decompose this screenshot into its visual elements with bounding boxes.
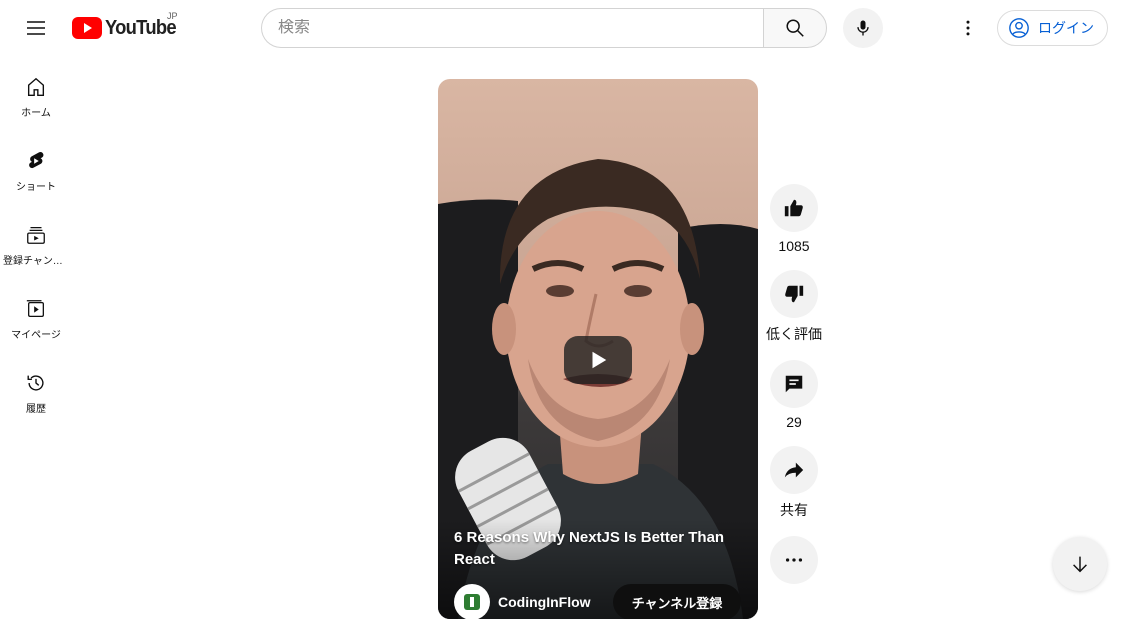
comments-count: 29: [786, 414, 802, 430]
like-count: 1085: [778, 238, 810, 254]
like-button[interactable]: [770, 184, 818, 232]
guide-item-label: マイページ: [11, 330, 61, 341]
share-icon: [784, 462, 804, 478]
youtube-logo[interactable]: YouTube: [72, 15, 182, 41]
comment-icon: [785, 375, 803, 393]
comments-button[interactable]: [770, 360, 818, 408]
channel-name[interactable]: CodingInFlow: [498, 594, 598, 610]
thumbs-down-icon: [785, 285, 804, 303]
dislike-label: 低く評価: [766, 326, 822, 342]
guide-item-label: ショート: [16, 182, 56, 193]
home-icon: [27, 77, 45, 96]
channel-info[interactable]: CodingInFlow: [454, 584, 598, 619]
dislike-action: 低く評価: [766, 270, 822, 344]
arrow-down-icon: [1073, 556, 1087, 573]
guide-item-subscriptions[interactable]: 登録チャンネル: [0, 204, 72, 278]
search-box: [261, 8, 764, 48]
channel-avatar[interactable]: [454, 584, 490, 619]
guide-item-you[interactable]: マイページ: [0, 278, 72, 352]
shorts-video-player[interactable]: 6 Reasons Why NextJS Is Better Than Reac…: [438, 79, 758, 619]
settings-menu-button[interactable]: [948, 8, 988, 48]
youtube-play-logo-icon: [72, 17, 102, 39]
dislike-button[interactable]: [770, 270, 818, 318]
search-icon: [786, 19, 804, 37]
play-icon: [592, 351, 607, 369]
guide-item-label: 登録チャンネル: [3, 256, 69, 267]
subscribe-button[interactable]: チャンネル登録: [613, 584, 741, 619]
subscriptions-icon: [27, 227, 45, 244]
more-vertical-icon: [966, 20, 970, 36]
region-code: JP: [167, 11, 178, 21]
search-input[interactable]: [278, 19, 764, 37]
signin-button[interactable]: ログイン: [997, 10, 1108, 46]
guide-item-home[interactable]: ホーム: [0, 56, 72, 130]
more-actions-button[interactable]: [770, 536, 818, 584]
account-circle-icon: [1009, 18, 1029, 38]
guide-item-label: ホーム: [21, 108, 51, 119]
menu-icon: [27, 21, 45, 35]
more-horizontal-icon: [785, 558, 803, 562]
guide-item-history[interactable]: 履歴: [0, 352, 72, 426]
history-icon: [27, 375, 44, 391]
search-button[interactable]: [763, 8, 827, 48]
channel-logo-icon: [464, 594, 480, 610]
guide-item-shorts[interactable]: ショート: [0, 130, 72, 204]
guide-item-label: 履歴: [26, 404, 46, 415]
video-title[interactable]: 6 Reasons Why NextJS Is Better Than Reac…: [454, 527, 744, 571]
masthead: YouTube JP ログイン: [0, 0, 1124, 56]
share-button[interactable]: [770, 446, 818, 494]
share-action: 共有: [766, 446, 822, 520]
shorts-actions: 1085 低く評価 29 共有: [766, 184, 822, 600]
voice-search-button[interactable]: [843, 8, 883, 48]
more-action: [766, 536, 822, 584]
mini-guide: ホーム ショート 登録チャンネル マイページ 履歴: [0, 56, 72, 426]
you-icon: [26, 300, 44, 317]
logo-text: YouTube: [105, 16, 177, 39]
signin-label: ログイン: [1038, 20, 1094, 36]
thumbs-up-icon: [784, 199, 803, 217]
next-video-button[interactable]: [1053, 537, 1107, 591]
shorts-icon: [29, 151, 44, 169]
play-button[interactable]: [564, 336, 632, 384]
microphone-icon: [857, 20, 869, 36]
comments-action: 29: [766, 360, 822, 430]
menu-button[interactable]: [16, 8, 56, 48]
like-action: 1085: [766, 184, 822, 254]
share-label: 共有: [780, 502, 808, 518]
